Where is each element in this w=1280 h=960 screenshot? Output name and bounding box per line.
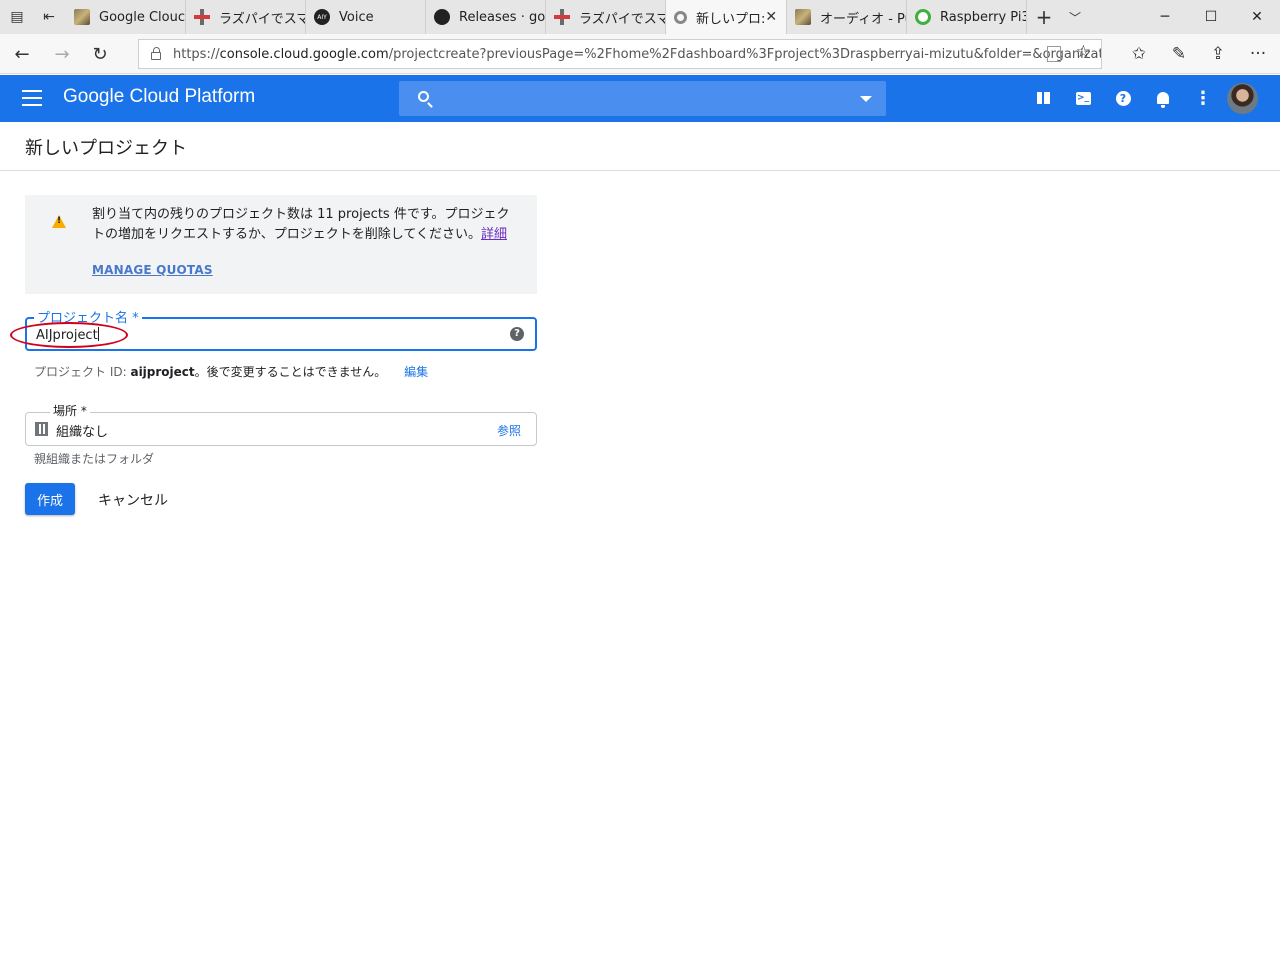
gift-icon[interactable]: [1033, 88, 1053, 108]
cross-favicon-icon: [554, 9, 570, 25]
refresh-icon[interactable]: ↻: [80, 34, 120, 74]
browser-tab[interactable]: Raspberry Pi3: [907, 0, 1027, 34]
page-title-bar: 新しいプロジェクト: [0, 122, 1280, 171]
new-tab-icon[interactable]: +: [1027, 0, 1061, 34]
photo-favicon-icon: [74, 9, 90, 25]
avatar[interactable]: [1227, 83, 1258, 114]
search-icon: [418, 91, 429, 102]
pen-icon[interactable]: ✎: [1159, 34, 1199, 74]
cloud-shell-icon[interactable]: >_: [1073, 88, 1093, 108]
minimize-icon[interactable]: ─: [1142, 0, 1188, 34]
favorites-icon[interactable]: ✩: [1119, 34, 1159, 74]
location-label: 場所 *: [50, 402, 90, 419]
help-icon[interactable]: ?: [1113, 88, 1133, 108]
cancel-button[interactable]: キャンセル: [98, 490, 168, 510]
tab-title: ラズパイでスマー: [219, 11, 305, 27]
tab-title: Releases · goo: [459, 9, 546, 25]
app-title[interactable]: Google Cloud Platform: [63, 86, 255, 108]
tab-preview-icon[interactable]: ▤: [0, 0, 34, 34]
github-favicon-icon: [434, 9, 450, 25]
back-arrow-icon[interactable]: ←: [2, 34, 42, 74]
chevron-down-icon[interactable]: ﹀: [1058, 0, 1092, 34]
tab-title: ラズパイでスマー: [579, 11, 665, 27]
page-title: 新しいプロジェクト: [25, 138, 187, 159]
browser-toolbar: ← → ↻ https://console.cloud.google.com/p…: [0, 34, 1280, 74]
project-id-value: aijproject: [130, 365, 195, 379]
browser-tab[interactable]: オーディオ - Puk: [787, 0, 907, 34]
more-vert-icon[interactable]: ⋮: [1193, 88, 1213, 109]
set-aside-tabs-icon[interactable]: ⇤: [32, 0, 66, 34]
photo-favicon-icon: [795, 9, 811, 25]
warning-text: 割り当て内の残りのプロジェクト数は 11 projects 件です。プロジェクト…: [92, 207, 510, 242]
maximize-icon[interactable]: ☐: [1188, 0, 1234, 34]
notifications-bell-icon[interactable]: [1153, 88, 1173, 108]
annotation-ellipse: [10, 322, 128, 348]
browser-tab[interactable]: ラズパイでスマー: [546, 0, 666, 34]
tab-title: Voice: [339, 9, 374, 25]
hamburger-menu-icon[interactable]: [22, 90, 42, 106]
search-input[interactable]: [399, 81, 886, 116]
quota-warning: 割り当て内の残りのプロジェクト数は 11 projects 件です。プロジェクト…: [25, 195, 537, 294]
browser-tab[interactable]: AIY Voice: [306, 0, 426, 34]
location-field[interactable]: 場所 * 組織なし 参照: [25, 402, 537, 446]
tab-title: 新しいプロ:: [696, 11, 766, 27]
cross-favicon-icon: [194, 9, 210, 25]
browser-tab[interactable]: Google Clouc: [66, 0, 186, 34]
reading-view-icon[interactable]: [1047, 46, 1061, 62]
warning-icon: [52, 215, 66, 228]
tab-title: オーディオ - Puk: [820, 11, 906, 27]
create-button[interactable]: 作成: [25, 483, 75, 515]
url-path: /projectcreate?previousPage=%2Fhome%2Fda…: [388, 46, 1102, 62]
url-text: https://console.cloud.google.com/project…: [173, 46, 1102, 62]
gcp-header: Google Cloud Platform >_ ? ⋮: [0, 75, 1280, 122]
browser-tab-active[interactable]: 新しいプロ: ✕: [666, 0, 787, 34]
gcp-favicon-icon: [674, 10, 687, 24]
browser-tab-strip: ▤ ⇤ Google Clouc ラズパイでスマー AIY Voice Rele…: [0, 0, 1280, 34]
raspberry-favicon-icon: [915, 9, 931, 25]
tab-title: Raspberry Pi3: [940, 9, 1027, 25]
close-tab-icon[interactable]: ✕: [765, 9, 777, 25]
warning-message: 割り当て内の残りのプロジェクト数は 11 projects 件です。プロジェクト…: [92, 205, 522, 245]
browse-button[interactable]: 参照: [497, 422, 521, 439]
building-icon: [35, 422, 48, 436]
address-bar[interactable]: https://console.cloud.google.com/project…: [138, 39, 1102, 69]
project-id-prefix: プロジェクト ID:: [34, 365, 127, 379]
forward-arrow-icon[interactable]: →: [42, 34, 82, 74]
tab-title: Google Clouc: [99, 9, 186, 25]
location-value: 組織なし: [56, 425, 109, 440]
settings-more-icon[interactable]: ···: [1238, 34, 1278, 74]
edit-project-id-link[interactable]: 編集: [404, 365, 428, 379]
aiy-favicon-icon: AIY: [314, 9, 330, 25]
lock-icon: [151, 47, 161, 60]
browser-tab[interactable]: ラズパイでスマー: [186, 0, 306, 34]
project-id-helper: プロジェクト ID: aijproject。後で変更することはできません。 編集: [34, 363, 428, 380]
chevron-down-icon[interactable]: [860, 96, 872, 102]
browser-tab[interactable]: Releases · goo: [426, 0, 546, 34]
url-prefix: https://: [173, 46, 220, 62]
share-icon[interactable]: ⇪: [1198, 34, 1238, 74]
url-host: console.cloud.google.com: [219, 46, 389, 62]
details-link[interactable]: 詳細: [481, 227, 507, 242]
close-window-icon[interactable]: ✕: [1234, 0, 1280, 34]
favorite-star-icon[interactable]: ☆: [1076, 42, 1091, 62]
help-question-icon[interactable]: ?: [510, 327, 524, 341]
location-helper: 親組織またはフォルダ: [34, 452, 155, 466]
project-id-suffix: 。後で変更することはできません。: [194, 365, 387, 379]
manage-quotas-link[interactable]: MANAGE QUOTAS: [92, 263, 213, 277]
